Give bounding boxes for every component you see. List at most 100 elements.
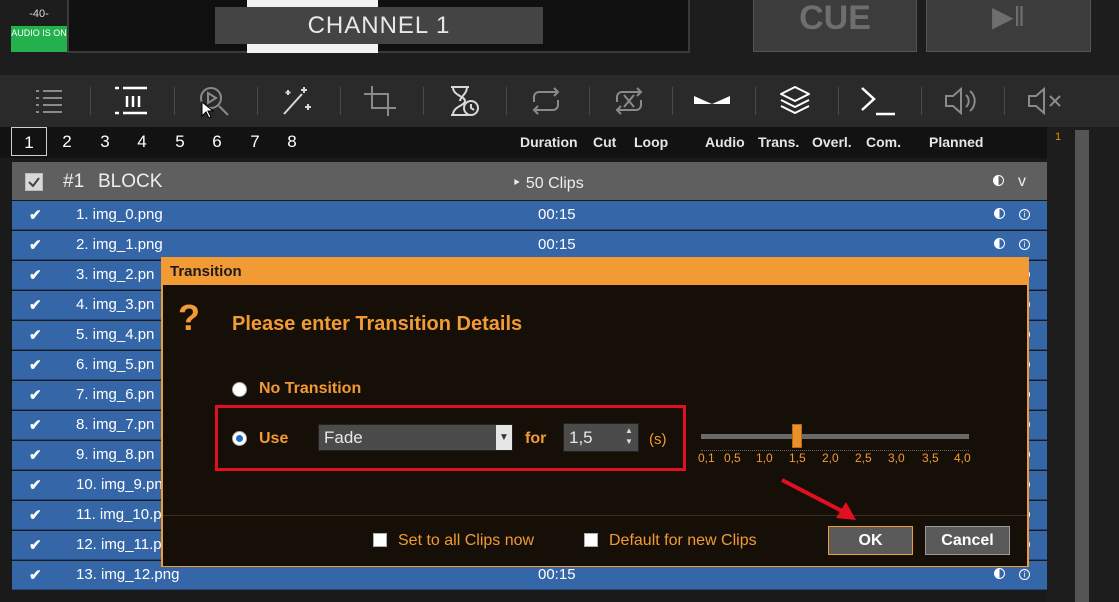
vertical-scrollbar[interactable] bbox=[1075, 130, 1089, 602]
clip-name: 10. img_9.pn bbox=[76, 476, 163, 493]
monitor-highlight-top bbox=[247, 0, 378, 7]
clip-name: 8. img_7.pn bbox=[76, 416, 155, 433]
clip-name: 13. img_12.png bbox=[76, 566, 180, 583]
crop-icon[interactable] bbox=[362, 84, 398, 118]
slider-tick-label: 2,0 bbox=[822, 451, 839, 465]
slider-tick-label: 0,1 bbox=[698, 451, 715, 465]
table-row[interactable]: ✔ 1. img_0.png 00:15 i bbox=[12, 201, 1047, 230]
check-icon[interactable]: ✔ bbox=[29, 416, 42, 434]
check-icon[interactable]: ✔ bbox=[29, 266, 42, 284]
column-overlay[interactable]: Overl. bbox=[812, 134, 852, 150]
tab-2[interactable]: 2 bbox=[49, 127, 85, 156]
block-icon[interactable] bbox=[112, 84, 148, 118]
toolbar-divider bbox=[174, 87, 175, 115]
toolbar-divider bbox=[90, 87, 91, 115]
contrast-icon bbox=[994, 568, 1005, 579]
check-icon[interactable]: ✔ bbox=[29, 386, 42, 404]
tab-4[interactable]: 4 bbox=[124, 127, 160, 156]
block-checkbox[interactable] bbox=[25, 173, 43, 191]
playlist-icon[interactable] bbox=[30, 84, 66, 118]
set-all-clips-label: Set to all Clips now bbox=[398, 532, 535, 549]
column-audio[interactable]: Audio bbox=[705, 134, 745, 150]
toolbar-divider bbox=[257, 87, 258, 115]
check-icon[interactable]: ✔ bbox=[29, 296, 42, 314]
default-new-clips-label: Default for new Clips bbox=[609, 532, 757, 549]
column-cut[interactable]: Cut bbox=[593, 134, 616, 150]
toolbar-divider bbox=[755, 87, 756, 115]
transition-icon[interactable] bbox=[694, 84, 730, 118]
red-arrow-annotation bbox=[781, 478, 856, 520]
info-icon[interactable]: i bbox=[1019, 239, 1030, 250]
clip-name: 5. img_4.pn bbox=[76, 326, 155, 343]
toolbar-divider bbox=[589, 87, 590, 115]
slider-tick-label: 0,5 bbox=[724, 451, 741, 465]
duration-slider-track[interactable] bbox=[701, 434, 969, 439]
check-icon[interactable]: ✔ bbox=[29, 506, 42, 524]
transition-type-select[interactable]: Fade bbox=[318, 424, 513, 451]
tab-3[interactable]: 3 bbox=[87, 127, 123, 156]
default-new-clips-checkbox[interactable] bbox=[584, 533, 598, 547]
block-index: #1 bbox=[63, 171, 85, 192]
check-icon[interactable]: ✔ bbox=[29, 536, 42, 554]
tab-6[interactable]: 6 bbox=[199, 127, 235, 156]
info-icon[interactable]: i bbox=[1019, 209, 1030, 220]
volume-icon[interactable] bbox=[943, 84, 979, 118]
tab-1[interactable]: 1 bbox=[11, 127, 47, 156]
column-loop[interactable]: Loop bbox=[634, 134, 668, 150]
column-transition[interactable]: Trans. bbox=[758, 134, 799, 150]
block-clip-count: ‣ 50 Clips bbox=[512, 175, 584, 192]
play-pause-button[interactable]: ▶‖ bbox=[926, 0, 1091, 52]
info-icon[interactable]: i bbox=[1019, 569, 1030, 580]
timer-icon[interactable] bbox=[445, 84, 481, 118]
no-loop-icon[interactable] bbox=[611, 84, 647, 118]
check-icon[interactable]: ✔ bbox=[29, 566, 42, 584]
monitor-highlight-bottom bbox=[247, 44, 378, 53]
check-icon[interactable]: ✔ bbox=[29, 236, 42, 254]
tab-5[interactable]: 5 bbox=[162, 127, 198, 156]
column-duration[interactable]: Duration bbox=[520, 134, 578, 150]
no-transition-radio[interactable] bbox=[232, 382, 247, 397]
slider-tick-label: 3,0 bbox=[888, 451, 905, 465]
command-icon[interactable] bbox=[860, 84, 896, 118]
column-planned[interactable]: Planned bbox=[929, 134, 983, 150]
mute-icon[interactable] bbox=[1026, 84, 1062, 118]
toolbar-divider bbox=[838, 87, 839, 115]
loop-icon[interactable] bbox=[528, 84, 564, 118]
set-all-clips-checkbox[interactable] bbox=[373, 533, 387, 547]
column-command[interactable]: Com. bbox=[866, 134, 901, 150]
tab-8[interactable]: 8 bbox=[274, 127, 310, 156]
check-icon bbox=[28, 177, 40, 188]
contrast-icon bbox=[994, 238, 1005, 249]
use-radio[interactable] bbox=[232, 431, 247, 446]
dialog-heading: Please enter Transition Details bbox=[232, 313, 523, 335]
check-icon[interactable]: ✔ bbox=[29, 446, 42, 464]
cue-button[interactable]: CUE bbox=[753, 0, 917, 52]
toolbar-divider bbox=[921, 87, 922, 115]
expand-toggle[interactable]: v bbox=[1018, 173, 1026, 191]
tab-7[interactable]: 7 bbox=[237, 127, 273, 156]
magic-wand-icon[interactable] bbox=[278, 84, 314, 118]
clip-name: 7. img_6.pn bbox=[76, 386, 155, 403]
cancel-button[interactable]: Cancel bbox=[925, 526, 1010, 555]
use-label: Use bbox=[259, 430, 289, 447]
check-icon[interactable]: ✔ bbox=[29, 326, 42, 344]
duration-stepper[interactable]: ▲ ▼ bbox=[623, 425, 635, 450]
check-icon[interactable]: ✔ bbox=[29, 356, 42, 374]
clip-duration: 00:15 bbox=[538, 566, 576, 583]
ok-button[interactable]: OK bbox=[828, 526, 913, 555]
layers-icon[interactable] bbox=[777, 84, 813, 118]
audio-indicator: -40- AUDIO IS ON bbox=[11, 0, 67, 53]
gutter-number: 1 bbox=[1055, 131, 1062, 143]
search-play-icon[interactable] bbox=[196, 84, 232, 118]
chevron-down-icon[interactable]: ▼ bbox=[496, 425, 512, 450]
clip-name: 2. img_1.png bbox=[76, 236, 163, 253]
channel-title: CHANNEL 1 bbox=[215, 7, 543, 44]
clip-name: 6. img_5.pn bbox=[76, 356, 155, 373]
slider-tick-label: 2,5 bbox=[855, 451, 872, 465]
check-icon[interactable]: ✔ bbox=[29, 476, 42, 494]
slider-tick-label: 1,5 bbox=[789, 451, 806, 465]
table-row[interactable]: ✔ 2. img_1.png 00:15 i bbox=[12, 231, 1047, 260]
duration-slider-ticks bbox=[701, 444, 969, 451]
check-icon[interactable]: ✔ bbox=[29, 206, 42, 224]
duration-slider-thumb[interactable] bbox=[792, 424, 802, 448]
